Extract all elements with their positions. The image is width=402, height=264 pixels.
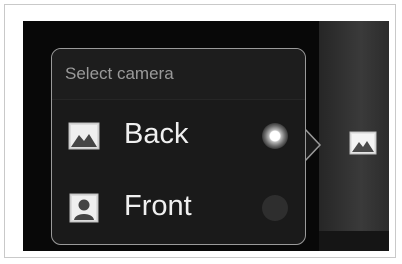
landscape-photo-icon [348, 128, 378, 162]
camera-option-back[interactable]: Back [52, 100, 305, 172]
select-camera-popup: Select camera Back Front [51, 48, 306, 245]
popup-header: Select camera [52, 49, 305, 100]
popup-title: Select camera [65, 64, 174, 83]
portrait-photo-icon [68, 192, 100, 224]
popup-pointer [304, 128, 322, 162]
camera-switch-button[interactable] [348, 130, 378, 160]
radio-selected[interactable] [262, 123, 288, 149]
camera-option-label: Back [124, 118, 189, 151]
screenshot-frame: Select camera Back Front [4, 4, 396, 258]
landscape-photo-icon [68, 120, 100, 152]
camera-option-front[interactable]: Front [52, 172, 305, 244]
camera-option-label: Front [124, 190, 192, 223]
radio-unselected[interactable] [262, 195, 288, 221]
camera-screen: Select camera Back Front [23, 21, 389, 251]
